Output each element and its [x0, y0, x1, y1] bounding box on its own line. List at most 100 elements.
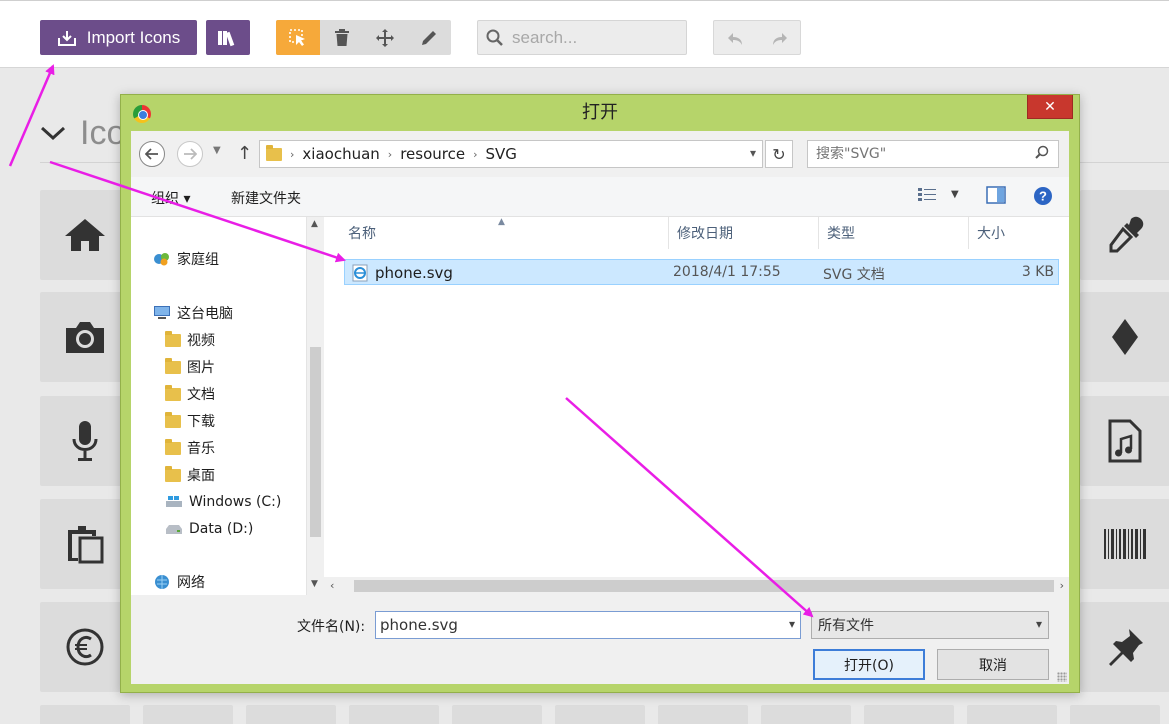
icon-tile-partial[interactable] [452, 705, 542, 724]
resize-grip[interactable] [1057, 672, 1067, 682]
icon-tile-diamond[interactable] [1080, 292, 1169, 382]
file-list-horizontal-scrollbar[interactable]: ‹ › [324, 577, 1069, 595]
diamond-icon [1112, 319, 1138, 355]
cancel-button[interactable]: 取消 [937, 649, 1049, 680]
nav-item-label: 下载 [187, 414, 215, 430]
undo-button[interactable] [714, 21, 757, 56]
nav-item-drive-c[interactable]: Windows (C:) [165, 492, 281, 512]
desktop-folder-icon [165, 465, 181, 482]
icon-tile-music-file[interactable] [1080, 396, 1169, 486]
navigation-scrollbar[interactable]: ▲ ▼ [306, 217, 323, 595]
address-bar[interactable]: › xiaochuan › resource › SVG ▾ [259, 140, 763, 168]
icon-tile-partial[interactable] [143, 705, 233, 724]
back-button[interactable] [139, 141, 165, 167]
icon-tile-euro[interactable] [40, 602, 130, 692]
column-header-modified[interactable]: 修改日期 [669, 217, 819, 249]
nav-item-documents[interactable]: 文档 [165, 384, 215, 404]
scrollbar-thumb[interactable] [310, 347, 321, 537]
column-label: 修改日期 [677, 226, 733, 242]
nav-item-network[interactable]: 网络 [153, 572, 205, 592]
books-icon [218, 30, 235, 46]
breadcrumb-item[interactable]: resource [400, 145, 465, 163]
euro-icon [66, 628, 104, 666]
new-folder-button[interactable]: 新建文件夹 [231, 188, 301, 208]
open-button[interactable]: 打开(O) [813, 649, 925, 680]
home-icon [65, 219, 105, 251]
command-bar: 组织 ▾ 新建文件夹 ▼ ? [131, 177, 1069, 217]
icon-tile-partial[interactable] [864, 705, 954, 724]
barcode-icon [1104, 529, 1146, 559]
delete-tool-button[interactable] [320, 20, 364, 55]
icon-tile-partial[interactable] [349, 705, 439, 724]
redo-button[interactable] [757, 21, 800, 56]
nav-item-label: 家庭组 [177, 252, 219, 268]
forward-button[interactable] [177, 141, 203, 167]
column-header-name[interactable]: 名称 ▲ [324, 217, 669, 249]
scroll-down-arrow[interactable]: ▼ [311, 579, 318, 589]
icon-tile-clipboard[interactable] [40, 499, 130, 589]
icon-set-header[interactable]: Ico [40, 108, 125, 158]
icon-search-input[interactable] [512, 27, 672, 48]
homegroup-icon [154, 253, 169, 266]
icon-tile-microphone[interactable] [40, 396, 130, 486]
icon-tile-partial[interactable] [555, 705, 645, 724]
file-type-filter-select[interactable]: 所有文件 ▾ [811, 611, 1049, 639]
select-tool-button[interactable] [276, 20, 320, 55]
nav-item-downloads[interactable]: 下载 [165, 411, 215, 431]
icon-tile-partial[interactable] [246, 705, 336, 724]
scroll-up-arrow[interactable]: ▲ [311, 219, 318, 229]
edit-tool-button[interactable] [407, 20, 451, 55]
icon-search-box[interactable] [477, 20, 687, 55]
chevron-down-icon[interactable]: ▾ [750, 146, 756, 160]
move-tool-button[interactable] [364, 20, 408, 55]
nav-item-pictures[interactable]: 图片 [165, 357, 215, 377]
nav-item-videos[interactable]: 视频 [165, 330, 215, 350]
folder-search-input[interactable] [816, 146, 1016, 162]
file-row-selected[interactable]: phone.svg 2018/4/1 17:55 SVG 文档 3 KB [344, 259, 1059, 285]
scrollbar-thumb[interactable] [354, 580, 1054, 592]
icon-tile-partial[interactable] [967, 705, 1057, 724]
icon-tile-partial[interactable] [761, 705, 851, 724]
nav-item-this-pc[interactable]: 这台电脑 [153, 303, 233, 323]
icon-tile-partial[interactable] [40, 705, 130, 724]
recent-locations-dropdown[interactable]: ▼ [213, 145, 221, 156]
view-options-button[interactable]: ▼ [917, 186, 959, 202]
icon-tile-home[interactable] [40, 190, 130, 280]
nav-item-music[interactable]: 音乐 [165, 438, 215, 458]
help-button[interactable]: ? [1033, 186, 1053, 206]
filename-combobox[interactable]: phone.svg ▾ [375, 611, 801, 639]
icon-tile-barcode[interactable] [1080, 499, 1169, 589]
column-header-size[interactable]: 大小 [969, 217, 1069, 249]
nav-item-drive-d[interactable]: Data (D:) [165, 519, 253, 539]
nav-item-desktop[interactable]: 桌面 [165, 465, 215, 485]
chevron-down-icon[interactable]: ▾ [789, 617, 795, 631]
arrow-left-icon [145, 148, 158, 160]
scroll-left-arrow[interactable]: ‹ [330, 579, 334, 592]
icon-tile-eyedropper[interactable] [1080, 190, 1169, 280]
details-view-icon [918, 188, 936, 201]
navigation-pane: 家庭组 这台电脑 视频 图片 文档 下载 音乐 桌面 Windows (C:) … [131, 217, 306, 595]
icon-tile-pushpin[interactable] [1080, 602, 1169, 692]
column-label: 名称 [348, 226, 376, 242]
refresh-button[interactable]: ↻ [765, 140, 793, 168]
breadcrumb-item[interactable]: SVG [485, 145, 516, 163]
file-type-filter-value: 所有文件 [818, 618, 874, 634]
dialog-close-button[interactable]: ✕ [1027, 95, 1073, 119]
filename-value[interactable]: phone.svg [380, 616, 458, 634]
folder-search-box[interactable] [807, 140, 1059, 168]
organize-menu[interactable]: 组织 ▾ [151, 188, 190, 208]
icon-tile-partial[interactable] [658, 705, 748, 724]
icon-library-button[interactable] [206, 20, 250, 55]
scroll-right-arrow[interactable]: › [1060, 579, 1064, 592]
up-folder-button[interactable]: ↑ [237, 143, 252, 164]
icon-tile-camera[interactable] [40, 292, 130, 382]
nav-item-homegroup[interactable]: 家庭组 [153, 249, 219, 269]
preview-pane-button[interactable] [986, 186, 1006, 204]
chevron-down-icon [40, 126, 66, 141]
import-icons-button[interactable]: Import Icons [40, 20, 197, 55]
column-header-type[interactable]: 类型 [819, 217, 969, 249]
breadcrumb-item[interactable]: xiaochuan [302, 145, 379, 163]
windows-drive-icon [166, 496, 182, 507]
icon-tile-partial[interactable] [1070, 705, 1160, 724]
file-modified: 2018/4/1 17:55 [673, 264, 781, 280]
